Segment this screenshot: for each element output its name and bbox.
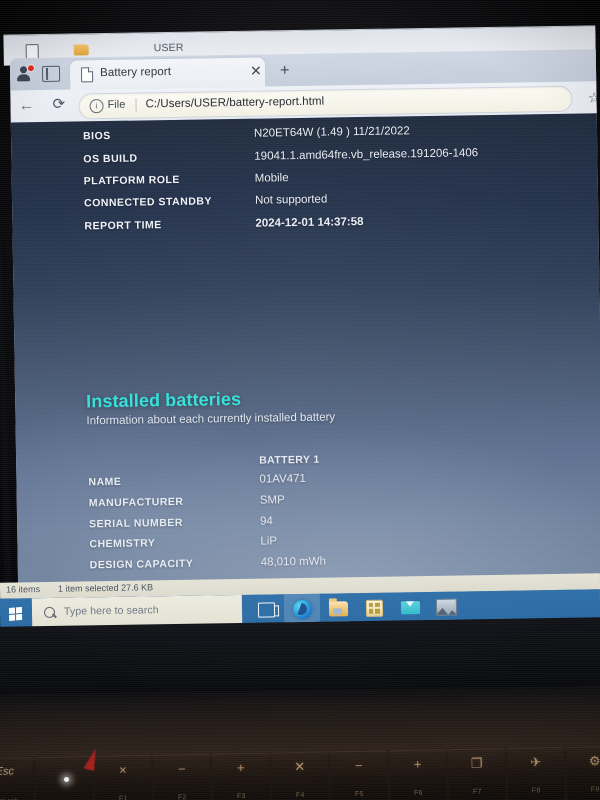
search-placeholder: Type here to search [63,604,159,618]
battery-row-label: MANUFACTURER [88,495,184,510]
scheme-label: File [107,98,126,111]
battery-report-page: BIOS N20ET64W (1.49 ) 11/21/2022 OS BUILD 1… [10,113,600,619]
system-row-label: BIOS [82,129,111,143]
explorer-path-label: USER [153,41,184,55]
installed-batteries-heading: Installed batteries [86,388,242,412]
site-info-icon[interactable]: i [89,99,104,114]
key-glyph: ✈ [530,754,542,770]
key-glyph: + [236,760,245,776]
start-button[interactable] [0,598,30,628]
browser-tab-battery-report[interactable]: Battery report [69,57,266,90]
keyboard-key: EscNmLock [0,757,34,800]
document-icon [80,67,94,83]
battery-row-label: DESIGN CAPACITY [89,557,194,572]
keyboard-key: + F3 [212,752,270,800]
system-row-value: 19041.1.amd64fre.vb_release.191206-1406 [254,147,479,163]
key-fn-label: F7 [472,788,482,796]
keyboard-key: ✕ F4 [271,751,329,800]
key-glyph: ❐ [470,755,483,771]
folder-icon [73,44,89,56]
battery-row-label: NAME [88,475,122,489]
new-tab-button[interactable]: + [280,62,290,79]
key-fn-label: F1 [118,795,128,800]
key-glyph: − [177,761,186,777]
collections-icon[interactable] [41,65,61,83]
battery-row-label: SERIAL NUMBER [89,516,184,531]
battery-row-value: LiP [260,535,278,548]
reload-button[interactable]: ⟳ [52,96,65,113]
system-row-value: 2024-12-01 14:37:58 [255,215,364,230]
system-row-value: N20ET64W (1.49 ) 11/21/2022 [253,125,410,140]
key-fn-label: F6 [413,789,423,797]
taskbar-item-photos[interactable] [428,591,464,622]
taskbar-item-mail[interactable] [392,592,428,623]
installed-batteries-subtitle: Information about each currently install… [86,411,336,428]
avatar-body [17,74,31,82]
system-row-label: PLATFORM ROLE [83,173,180,188]
battery-row-value: 01AV471 [259,472,306,486]
taskbar-item-task-view[interactable] [248,594,284,625]
system-row-label: REPORT TIME [84,219,162,233]
battery-row-value: 94 [260,515,273,528]
photo-of-laptop-screen: USER Battery report ✕ + ← ⟳ i File C:/Us… [0,0,600,800]
system-row-label: OS BUILD [83,152,138,166]
keyboard-key: − F2 [153,753,211,800]
battery-row-label: CHEMISTRY [89,537,156,551]
microsoft-store-icon [365,599,383,617]
key-fn-label: F5 [354,790,364,798]
keyboard-key: + F6 [389,749,447,800]
profile-avatar[interactable] [16,64,36,83]
key-glyph: + [413,756,422,772]
status-items-count: 16 items [5,584,41,595]
battery-row-value: SMP [259,494,285,507]
keyboard-key: − F5 [330,750,388,800]
system-row-value: Mobile [254,172,289,185]
laptop-screen: USER Battery report ✕ + ← ⟳ i File C:/Us… [0,13,600,635]
keyboard-key: ✈ F8 [507,746,565,800]
key-glyph: Esc [0,765,15,778]
photos-icon [435,598,457,616]
key-glyph: × [118,762,127,778]
system-row-value: Not supported [254,193,328,207]
mail-icon [400,600,420,614]
back-button[interactable]: ← [18,97,34,114]
key-fn-label: F8 [531,787,541,795]
key-fn-label: F3 [236,793,246,800]
key-glyph: − [354,757,363,773]
keyboard-key: ⚙ F9 [566,745,600,799]
omnibox-divider [135,98,137,112]
explorer-tab-icon [25,44,39,60]
key-fn-label: F9 [590,786,600,794]
tab-title: Battery report [99,65,172,80]
windows-logo-icon [8,606,22,621]
key-glyph: ⚙ [588,753,600,769]
keyboard-key: ❐ F7 [448,748,506,800]
key-fn-label: F4 [295,791,305,800]
close-tab-icon[interactable]: ✕ [250,63,262,79]
system-row-label: CONNECTED STANDBY [83,195,213,210]
task-view-icon [257,601,275,618]
battery-row-value: 48,010 mWh [260,555,327,569]
status-selection: 1 item selected 27.6 KB [57,582,154,594]
search-icon [43,606,56,619]
url-text: C:/Users/USER/battery-report.html [145,95,325,111]
notification-badge [26,64,36,73]
key-fn-label: F2 [177,794,187,800]
taskbar-item-microsoft-store[interactable] [356,593,392,624]
taskbar-item-microsoft-edge[interactable] [283,593,321,625]
battery-column-header: BATTERY 1 [259,453,320,467]
edge-browser-window: Battery report ✕ + ← ⟳ i File C:/Users/U… [9,49,600,619]
edge-icon [292,599,312,619]
keyboard-key: × F1 [94,754,152,800]
keyboard-power-led [64,777,69,782]
taskbar-item-file-explorer[interactable] [320,593,356,624]
file-explorer-icon [328,600,348,617]
key-glyph: ✕ [294,758,306,775]
